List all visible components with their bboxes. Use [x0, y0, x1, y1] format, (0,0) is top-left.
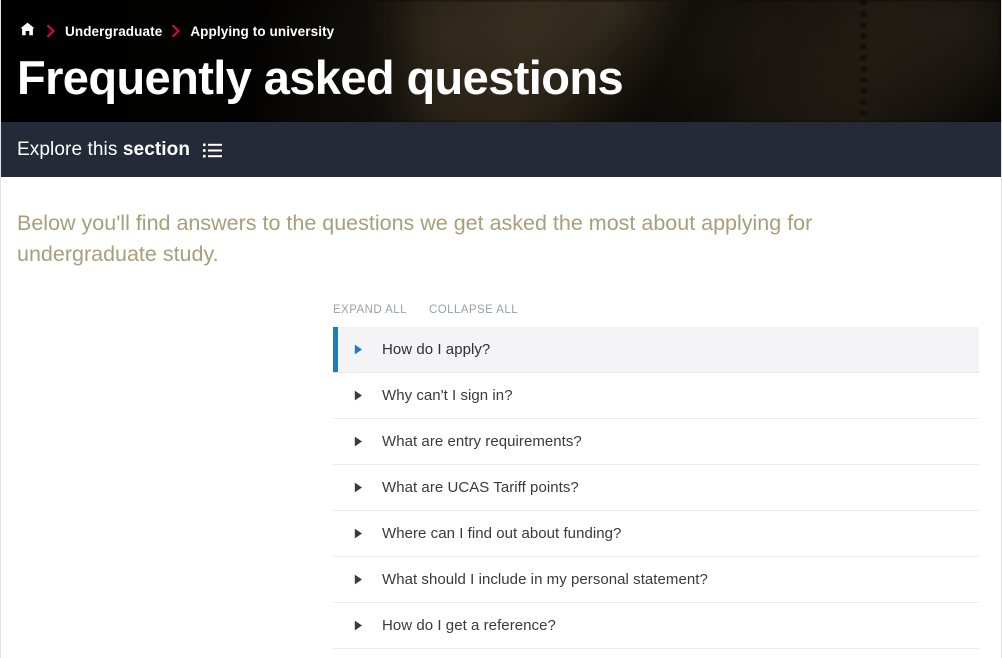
faq-accordion-item[interactable]: How do I get a reference? [333, 603, 979, 649]
faq-accordion-item-label: What are UCAS Tariff points? [382, 479, 579, 496]
intro-paragraph: Below you'll find answers to the questio… [17, 177, 897, 270]
explore-section-label-bold: section [123, 139, 190, 160]
triangle-right-icon[interactable] [351, 574, 365, 585]
faq-accordion-item[interactable]: Why can't I sign in? [333, 373, 979, 419]
faq-accordion-item-label: Where can I find out about funding? [382, 525, 621, 542]
faq-accordion-item[interactable]: What are entry requirements? [333, 419, 979, 465]
faq-accordion-item[interactable]: What are UCAS Tariff points? [333, 465, 979, 511]
expand-all-button[interactable]: EXPAND ALL [333, 304, 407, 316]
hero-banner: Undergraduate Applying to university Fre… [1, 0, 1001, 122]
accordion-controls: EXPAND ALL COLLAPSE ALL [333, 304, 979, 327]
faq-accordion-list: How do I apply? Why can't I sign in? What … [333, 327, 979, 649]
explore-section-bar[interactable]: Explore this section [1, 122, 1001, 177]
chevron-right-icon-2 [162, 21, 190, 41]
breadcrumb-item-applying-to-university[interactable]: Applying to university [190, 24, 334, 39]
faq-accordion-item[interactable]: What should I include in my personal sta… [333, 557, 979, 603]
triangle-right-icon-active[interactable] [351, 344, 365, 355]
breadcrumb-item-undergraduate[interactable]: Undergraduate [65, 24, 162, 39]
collapse-all-button[interactable]: COLLAPSE ALL [429, 304, 518, 316]
triangle-right-icon[interactable] [351, 390, 365, 401]
page-root: Undergraduate Applying to university Fre… [0, 0, 1002, 658]
faq-accordion-item-label: Why can't I sign in? [382, 387, 513, 404]
faq-accordion-item[interactable]: How do I apply? [333, 327, 979, 373]
list-icon[interactable] [203, 143, 222, 158]
explore-section-label-normal: Explore this [17, 139, 123, 160]
triangle-right-icon[interactable] [351, 620, 365, 631]
home-icon [20, 22, 35, 41]
triangle-right-icon[interactable] [351, 528, 365, 539]
breadcrumb-home-link[interactable] [17, 21, 37, 41]
triangle-right-icon[interactable] [351, 436, 365, 447]
faq-accordion-item-label: How do I get a reference? [382, 617, 556, 634]
faq-accordion-item-label: What should I include in my personal sta… [382, 571, 708, 588]
faq-accordion-item-label: What are entry requirements? [382, 433, 582, 450]
breadcrumb: Undergraduate Applying to university [17, 0, 985, 42]
main-content: Below you'll find answers to the questio… [1, 177, 1001, 649]
page-title: Frequently asked questions [17, 42, 985, 106]
faq-accordion: EXPAND ALL COLLAPSE ALL How do I apply? W… [333, 304, 979, 649]
chevron-right-icon [37, 21, 65, 41]
explore-section-label: Explore this section [17, 139, 190, 161]
triangle-right-icon[interactable] [351, 482, 365, 493]
faq-accordion-item[interactable]: Where can I find out about funding? [333, 511, 979, 557]
faq-accordion-item-label: How do I apply? [382, 341, 490, 358]
